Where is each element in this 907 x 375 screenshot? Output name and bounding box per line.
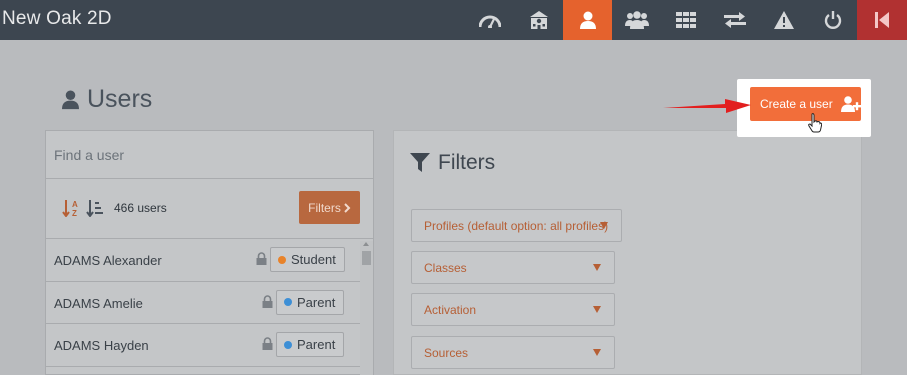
transfer-arrows-icon (723, 12, 746, 28)
power-icon (824, 11, 841, 29)
list-toolbar: A Z 466 users Filters (46, 179, 373, 239)
user-name: ADAMS Amelie (54, 295, 143, 311)
create-user-highlight: Create a user (737, 79, 871, 137)
nav-alerts[interactable] (759, 0, 808, 40)
nav-groups[interactable] (612, 0, 661, 40)
dropdown-label: Sources (424, 345, 469, 360)
role-label: Parent (297, 337, 336, 352)
create-user-label: Create a user (760, 97, 833, 111)
search-row (46, 131, 373, 179)
search-input[interactable] (54, 146, 354, 163)
role-badge: Parent (276, 289, 345, 315)
add-user-icon (840, 96, 861, 112)
filters-panel: Filters Profiles (default option: all pr… (393, 130, 862, 375)
grid-icon (675, 12, 696, 28)
nav-dashboard[interactable] (465, 0, 514, 40)
dashboard-gauge-icon (478, 15, 501, 28)
filters-button-label: Filters (308, 200, 341, 215)
user-row[interactable]: ADAMS Alexander Student (46, 239, 362, 282)
role-label: Student (291, 252, 336, 267)
dropdown-label: Activation (424, 302, 477, 317)
user-count: 466 users (114, 201, 167, 215)
svg-text:Z: Z (72, 209, 77, 217)
user-list-panel: A Z 466 users Filters ADAMS Alexander St… (45, 130, 374, 375)
dropdown-arrow-icon (593, 306, 601, 313)
dropdown-label: Classes (424, 260, 467, 275)
lock-icon (262, 337, 273, 350)
role-dot (278, 255, 286, 264)
sort-list-icon[interactable] (86, 199, 104, 217)
page-title: Users (62, 85, 152, 114)
filter-funnel-icon (410, 153, 430, 172)
annotation-arrow-icon (663, 99, 751, 113)
exit-icon (875, 12, 889, 28)
sources-dropdown[interactable]: Sources (411, 336, 615, 369)
list-scrollbar[interactable] (360, 241, 373, 375)
role-badge: Student (270, 247, 345, 272)
dropdown-arrow-icon (600, 222, 608, 229)
nav-users[interactable] (563, 0, 612, 40)
scroll-up-arrow[interactable] (363, 242, 369, 246)
page-title-text: Users (87, 85, 153, 113)
scroll-thumb[interactable] (362, 251, 371, 265)
hand-cursor-icon (808, 113, 822, 133)
app-title: New Oak 2D (2, 8, 112, 29)
user-row[interactable]: ADAMS Amelie Parent (46, 282, 362, 324)
warning-icon (773, 11, 794, 29)
dropdown-arrow-icon (593, 349, 601, 356)
activation-dropdown[interactable]: Activation (411, 293, 615, 326)
user-name: ADAMS Alexander (54, 253, 162, 268)
nav-school[interactable] (514, 0, 563, 40)
lock-icon (256, 252, 267, 265)
svg-text:A: A (72, 200, 78, 209)
lock-icon (262, 294, 273, 308)
nav-logout[interactable] (808, 0, 857, 40)
school-building-icon (529, 11, 548, 29)
nav-exit[interactable] (857, 0, 907, 40)
profiles-dropdown[interactable]: Profiles (default option: all profiles) (411, 209, 622, 242)
chevron-right-icon (344, 202, 351, 213)
user-icon (62, 90, 79, 110)
filters-title: Filters (438, 151, 496, 174)
role-dot (284, 340, 292, 349)
classes-dropdown[interactable]: Classes (411, 251, 615, 284)
nav-transfer[interactable] (710, 0, 759, 40)
filters-heading: Filters (410, 151, 495, 175)
role-label: Parent (297, 294, 336, 310)
users-group-icon (624, 11, 649, 29)
user-row[interactable]: ADAMS Hayden Parent (46, 324, 362, 367)
filters-button[interactable]: Filters (299, 191, 360, 224)
nav-grid[interactable] (661, 0, 710, 40)
sort-alpha-icon[interactable]: A Z (62, 199, 80, 217)
dropdown-label: Profiles (default option: all profiles) (424, 218, 609, 233)
create-user-button[interactable]: Create a user (750, 87, 861, 121)
top-navigation-bar: New Oak 2D (0, 0, 907, 40)
dropdown-arrow-icon (593, 264, 601, 271)
user-icon (579, 11, 596, 29)
role-dot (284, 298, 292, 306)
user-name: ADAMS Hayden (54, 338, 149, 353)
role-badge: Parent (276, 332, 345, 357)
